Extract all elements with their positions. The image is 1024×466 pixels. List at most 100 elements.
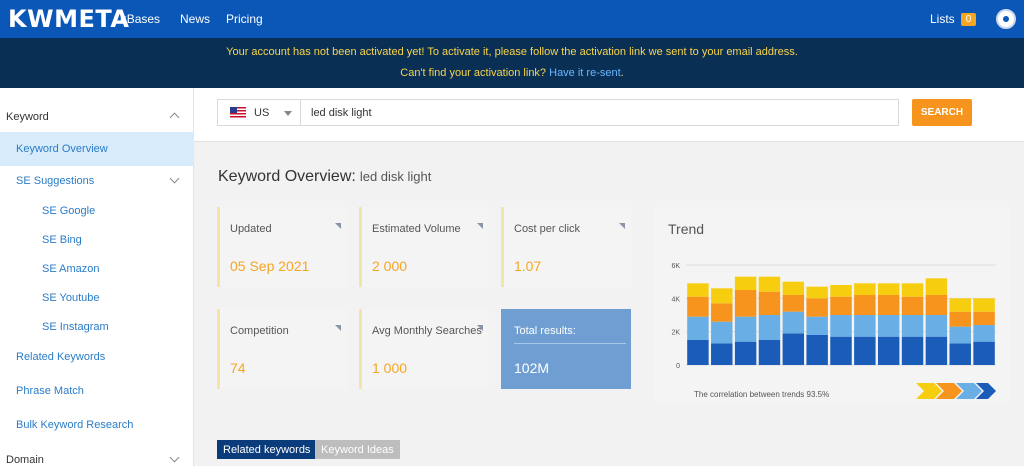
sidebar-item-phrase-match[interactable]: Phrase Match bbox=[0, 376, 194, 406]
sidebar-item-se-suggestions[interactable]: SE Suggestions bbox=[0, 166, 194, 196]
chart-bar-segment bbox=[711, 303, 733, 322]
chart-bar-segment bbox=[973, 298, 995, 312]
chart-bar-segment bbox=[925, 315, 948, 337]
chart-bar-segment bbox=[758, 340, 781, 365]
chart-bar-segment bbox=[877, 295, 900, 315]
sidebar-item-label: Phrase Match bbox=[16, 385, 84, 397]
nav-news-label: News bbox=[180, 12, 211, 26]
chart-bar-segment bbox=[687, 283, 709, 297]
y-tick-label: 2K bbox=[671, 330, 680, 337]
notice-line-2: Can't find your activation link? Have it… bbox=[0, 67, 1024, 79]
chart-bar-segment bbox=[973, 341, 995, 365]
sidebar-item-label: SE Instagram bbox=[42, 321, 109, 333]
card-value: 2 000 bbox=[372, 258, 408, 274]
nav-pricing[interactable]: Pricing bbox=[226, 0, 263, 38]
country-select[interactable]: US bbox=[217, 99, 301, 126]
trend-chart: 0 2K 4K 6K bbox=[671, 263, 996, 370]
tab-keyword-ideas[interactable]: Keyword Ideas bbox=[315, 440, 400, 459]
sidebar-item-se-instagram[interactable]: SE Instagram bbox=[0, 312, 194, 342]
sidebar-item-keyword-overview[interactable]: Keyword Overview bbox=[0, 132, 194, 166]
card-value: 1 000 bbox=[372, 360, 408, 376]
sidebar-section-keyword[interactable]: Keyword bbox=[0, 102, 194, 132]
sidebar-item-se-bing[interactable]: SE Bing bbox=[0, 225, 194, 255]
sidebar: Keyword Keyword Overview SE Suggestions … bbox=[0, 88, 194, 466]
chart-bar-segment bbox=[734, 290, 757, 317]
chart-bar-segment bbox=[687, 340, 709, 365]
sidebar-item-label: SE Youtube bbox=[42, 292, 100, 304]
chart-bar-segment bbox=[901, 296, 924, 315]
corner-triangle-icon bbox=[619, 223, 625, 229]
sidebar-section-label: Domain bbox=[6, 454, 44, 466]
chart-bar-segment bbox=[782, 311, 805, 334]
chart-bar-segment bbox=[949, 343, 971, 365]
sidebar-item-related-keywords[interactable]: Related Keywords bbox=[0, 342, 194, 372]
chart-bar-segment bbox=[854, 336, 876, 365]
chevron-down-icon bbox=[169, 452, 180, 463]
card-label: Avg Monthly Searches bbox=[372, 325, 482, 337]
y-tick-label: 4K bbox=[671, 296, 680, 303]
kbases-prefix: k bbox=[120, 12, 127, 26]
chart-bar-segment bbox=[782, 333, 805, 365]
nav-kbases-label: Bases bbox=[126, 12, 161, 26]
user-avatar-icon[interactable] bbox=[996, 9, 1016, 29]
sidebar-item-se-google[interactable]: SE Google bbox=[0, 196, 194, 226]
chart-bar-segment bbox=[758, 315, 781, 340]
chart-bar-segment bbox=[687, 316, 709, 340]
resend-activation-link[interactable]: Have it re-sent bbox=[549, 67, 621, 79]
search-input[interactable]: led disk light bbox=[301, 99, 899, 126]
sidebar-item-label: Keyword Overview bbox=[16, 143, 108, 155]
card-total-results: Total results: 102M bbox=[501, 309, 631, 389]
chart-bar-segment bbox=[949, 326, 971, 344]
chart-bar-segment bbox=[734, 276, 757, 290]
card-label: Estimated Volume bbox=[372, 223, 461, 235]
chart-bar-segment bbox=[830, 336, 852, 365]
chart-bar-segment bbox=[925, 278, 948, 295]
chart-bar-segment bbox=[687, 296, 709, 317]
activation-notice: Your account has not been activated yet!… bbox=[0, 38, 1024, 88]
lists-button[interactable]: Lists 0 bbox=[930, 0, 977, 38]
sidebar-item-label: SE Google bbox=[42, 205, 96, 217]
chart-bar-segment bbox=[877, 315, 900, 337]
corner-triangle-icon bbox=[335, 325, 341, 331]
corner-triangle-icon bbox=[477, 325, 483, 331]
chart-bar-segment bbox=[925, 295, 948, 315]
chart-bar-segment bbox=[782, 281, 805, 295]
card-value: 102M bbox=[514, 360, 550, 376]
sidebar-item-label: SE Suggestions bbox=[16, 175, 95, 187]
search-button[interactable]: SEARCH bbox=[912, 99, 972, 126]
chart-bar-segment bbox=[901, 315, 924, 337]
kwmeta-logo[interactable]: KWMETA bbox=[8, 5, 130, 33]
card-avg-monthly-searches: Avg Monthly Searches 1 000 bbox=[359, 309, 489, 389]
chart-bar-segment bbox=[854, 315, 876, 337]
logo-text: KWMETA bbox=[8, 5, 130, 33]
sidebar-item-se-amazon[interactable]: SE Amazon bbox=[0, 254, 194, 284]
chart-bar-segment bbox=[877, 336, 900, 365]
chart-bar-segment bbox=[973, 325, 995, 342]
chart-bar-segment bbox=[806, 316, 828, 335]
card-label: Competition bbox=[230, 325, 289, 337]
sidebar-item-se-youtube[interactable]: SE Youtube bbox=[0, 283, 194, 313]
chart-bar-segment bbox=[711, 288, 733, 304]
chart-bar-segment bbox=[949, 298, 971, 312]
sidebar-section-label: Keyword bbox=[6, 111, 49, 123]
us-flag-icon bbox=[230, 107, 246, 118]
lists-count-badge: 0 bbox=[960, 12, 977, 26]
page-title-text: Keyword Overview: bbox=[218, 168, 356, 185]
nav-news[interactable]: News bbox=[180, 0, 210, 38]
chart-bar-segment bbox=[949, 311, 971, 327]
sidebar-section-domain[interactable]: Domain bbox=[0, 445, 194, 466]
chart-bar-segment bbox=[830, 285, 852, 297]
notice-line-2-suffix: . bbox=[620, 67, 624, 79]
search-bar: US led disk light SEARCH bbox=[194, 88, 1024, 142]
card-label: Total results: bbox=[514, 325, 576, 337]
chart-bar-segment bbox=[782, 295, 805, 312]
nav-pricing-label: Pricing bbox=[226, 12, 263, 26]
chart-bar-segment bbox=[806, 298, 828, 317]
card-cost-per-click: Cost per click 1.07 bbox=[501, 207, 631, 287]
nav-kbases[interactable]: k Bases bbox=[120, 0, 160, 38]
sidebar-item-bulk-keyword-research[interactable]: Bulk Keyword Research bbox=[0, 410, 194, 440]
tab-related-keywords[interactable]: Related keywords bbox=[217, 440, 317, 459]
chart-bar-segment bbox=[877, 283, 900, 295]
card-value: 05 Sep 2021 bbox=[230, 258, 310, 274]
caret-down-icon bbox=[284, 111, 292, 116]
